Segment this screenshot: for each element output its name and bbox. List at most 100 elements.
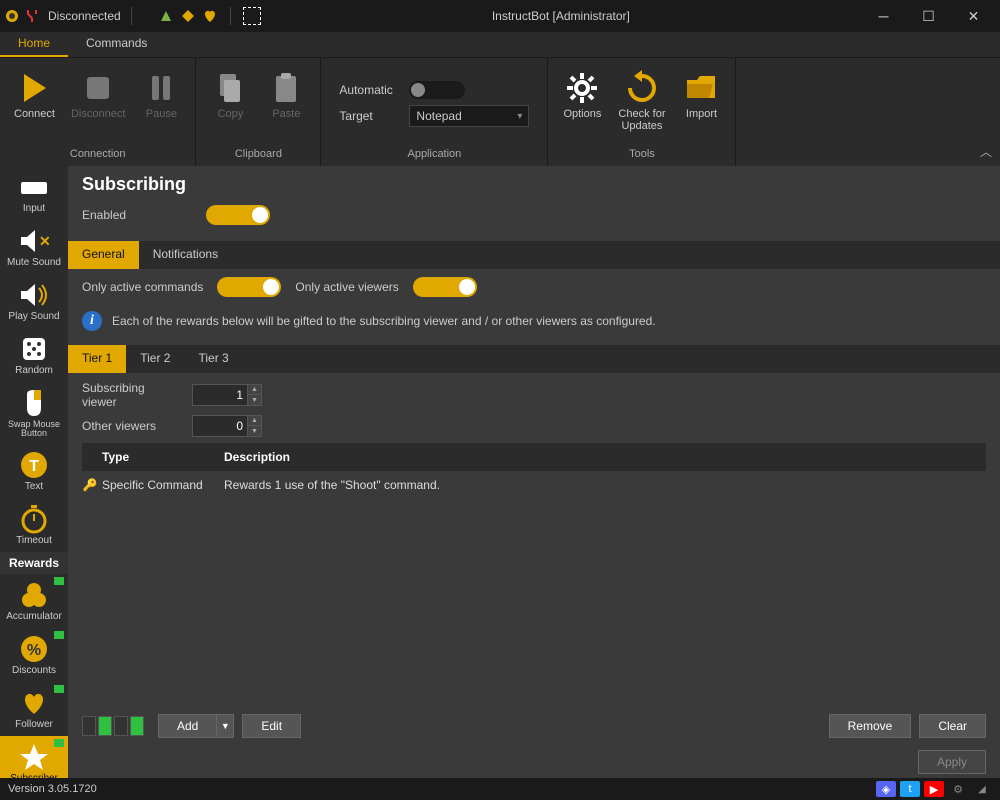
tools-group-label: Tools xyxy=(629,146,655,162)
quick-heart-icon[interactable] xyxy=(202,8,218,24)
automatic-label: Automatic xyxy=(339,83,399,97)
frame-chip[interactable] xyxy=(114,716,128,736)
quick-icon-2[interactable] xyxy=(180,8,196,24)
plug-disconnected-icon xyxy=(24,8,40,24)
rewards-table: Type Description 🔑 Specific Command Rewa… xyxy=(82,443,986,499)
spin-up-icon[interactable]: ▲ xyxy=(247,385,261,395)
clear-button[interactable]: Clear xyxy=(919,714,986,738)
keyboard-icon xyxy=(17,170,51,204)
menu-tabs: Home Commands xyxy=(0,32,1000,58)
youtube-icon[interactable]: ▶ xyxy=(924,781,944,797)
frame-chip[interactable] xyxy=(130,716,144,736)
twitter-icon[interactable]: t xyxy=(900,781,920,797)
mouse-icon xyxy=(17,386,51,420)
sidebar-item-text[interactable]: T Text xyxy=(0,444,68,498)
status-badge-icon xyxy=(54,631,64,639)
options-button[interactable]: Options xyxy=(556,68,608,122)
spin-up-icon[interactable]: ▲ xyxy=(247,416,261,426)
sidebar-item-play-sound[interactable]: Play Sound xyxy=(0,274,68,328)
status-bar: Version 3.05.1720 ◈ t ▶ ⚙ ◢ xyxy=(0,778,1000,800)
only-active-commands-toggle[interactable] xyxy=(217,277,281,297)
sidebar-item-input[interactable]: Input xyxy=(0,166,68,220)
minimize-button[interactable]: ─ xyxy=(861,0,906,32)
discord-icon[interactable]: ◈ xyxy=(876,781,896,797)
add-button[interactable]: Add ▼ xyxy=(158,714,234,738)
star-icon xyxy=(17,740,51,774)
subscribing-viewer-label: Subscribing viewer xyxy=(82,381,182,409)
import-button[interactable]: Import xyxy=(675,68,727,122)
enabled-toggle[interactable] xyxy=(206,205,270,225)
tab-tier-1[interactable]: Tier 1 xyxy=(68,345,126,373)
tab-commands[interactable]: Commands xyxy=(68,32,165,57)
sidebar-item-accumulator[interactable]: Accumulator xyxy=(0,574,68,628)
svg-text:✕: ✕ xyxy=(39,233,51,249)
maximize-button[interactable]: ☐ xyxy=(906,0,951,32)
connection-status: Disconnected xyxy=(48,9,121,23)
paste-icon xyxy=(268,70,304,106)
footer-buttons: Add ▼ Edit Remove Clear xyxy=(68,706,1000,746)
remove-button[interactable]: Remove xyxy=(829,714,912,738)
percent-icon: % xyxy=(17,632,51,666)
frame-chip[interactable] xyxy=(82,716,96,736)
window-title: InstructBot [Administrator] xyxy=(261,9,861,23)
table-row[interactable]: 🔑 Specific Command Rewards 1 use of the … xyxy=(82,471,986,499)
spin-down-icon[interactable]: ▼ xyxy=(247,395,261,405)
sidebar-item-follower[interactable]: Follower xyxy=(0,682,68,736)
enabled-label: Enabled xyxy=(82,208,192,222)
clipboard-group-label: Clipboard xyxy=(235,146,282,162)
sidebar-item-mute-sound[interactable]: ✕ Mute Sound xyxy=(0,220,68,274)
text-icon: T xyxy=(17,448,51,482)
frame-chip[interactable] xyxy=(98,716,112,736)
settings-tray-icon[interactable]: ⚙ xyxy=(948,781,968,797)
tab-notifications[interactable]: Notifications xyxy=(139,241,232,269)
quick-target-icon[interactable] xyxy=(243,7,261,25)
spin-down-icon[interactable]: ▼ xyxy=(247,426,261,436)
column-description[interactable]: Description xyxy=(224,450,986,464)
settings-tabs: General Notifications xyxy=(68,241,1000,269)
pause-icon xyxy=(143,70,179,106)
row-icon: 🔑 xyxy=(82,478,98,492)
apply-button[interactable]: Apply xyxy=(918,750,986,774)
chevron-down-icon[interactable]: ▼ xyxy=(217,715,233,737)
main-panel: Subscribing Enabled General Notification… xyxy=(68,166,1000,778)
sound-icon xyxy=(17,278,51,312)
sidebar-item-discounts[interactable]: % Discounts xyxy=(0,628,68,682)
other-viewers-input[interactable]: 0 ▲▼ xyxy=(192,415,262,437)
tab-general[interactable]: General xyxy=(68,241,139,269)
resize-grip-icon[interactable]: ◢ xyxy=(972,781,992,797)
column-type[interactable]: Type xyxy=(98,450,224,464)
subscribing-viewer-input[interactable]: 1 ▲▼ xyxy=(192,384,262,406)
folder-icon xyxy=(683,70,719,106)
target-select[interactable]: Notepad xyxy=(409,105,529,127)
paste-button[interactable]: Paste xyxy=(260,68,312,122)
status-badge-icon xyxy=(54,739,64,747)
ribbon-collapse-button[interactable]: ︿ xyxy=(980,143,992,160)
sidebar-item-subscriber[interactable]: Subscriber xyxy=(0,736,68,778)
tier-tabs: Tier 1 Tier 2 Tier 3 xyxy=(68,345,1000,373)
info-text: Each of the rewards below will be gifted… xyxy=(112,314,656,328)
disconnect-button[interactable]: Disconnect xyxy=(65,68,131,122)
gear-icon xyxy=(564,70,600,106)
sidebar-rewards-header: Rewards xyxy=(0,552,68,574)
only-active-viewers-toggle[interactable] xyxy=(413,277,477,297)
close-button[interactable]: ✕ xyxy=(951,0,996,32)
check-updates-button[interactable]: Check for Updates xyxy=(612,68,671,134)
sidebar-item-swap-mouse[interactable]: Swap Mouse Button xyxy=(0,382,68,444)
tab-tier-3[interactable]: Tier 3 xyxy=(184,345,242,373)
edit-button[interactable]: Edit xyxy=(242,714,301,738)
connect-button[interactable]: Connect xyxy=(8,68,61,122)
quick-icon-1[interactable] xyxy=(158,8,174,24)
pause-button[interactable]: Pause xyxy=(135,68,187,122)
sidebar-item-random[interactable]: Random xyxy=(0,328,68,382)
svg-text:%: % xyxy=(27,642,41,659)
version-label: Version 3.05.1720 xyxy=(8,783,97,795)
tab-home[interactable]: Home xyxy=(0,32,68,57)
stopwatch-icon xyxy=(17,502,51,536)
sidebar-item-timeout[interactable]: Timeout xyxy=(0,498,68,552)
tab-tier-2[interactable]: Tier 2 xyxy=(126,345,184,373)
automatic-toggle[interactable] xyxy=(409,81,465,99)
copy-button[interactable]: Copy xyxy=(204,68,256,122)
app-icon xyxy=(4,8,20,24)
page-title: Subscribing xyxy=(82,174,986,195)
title-bar: Disconnected InstructBot [Administrator]… xyxy=(0,0,1000,32)
